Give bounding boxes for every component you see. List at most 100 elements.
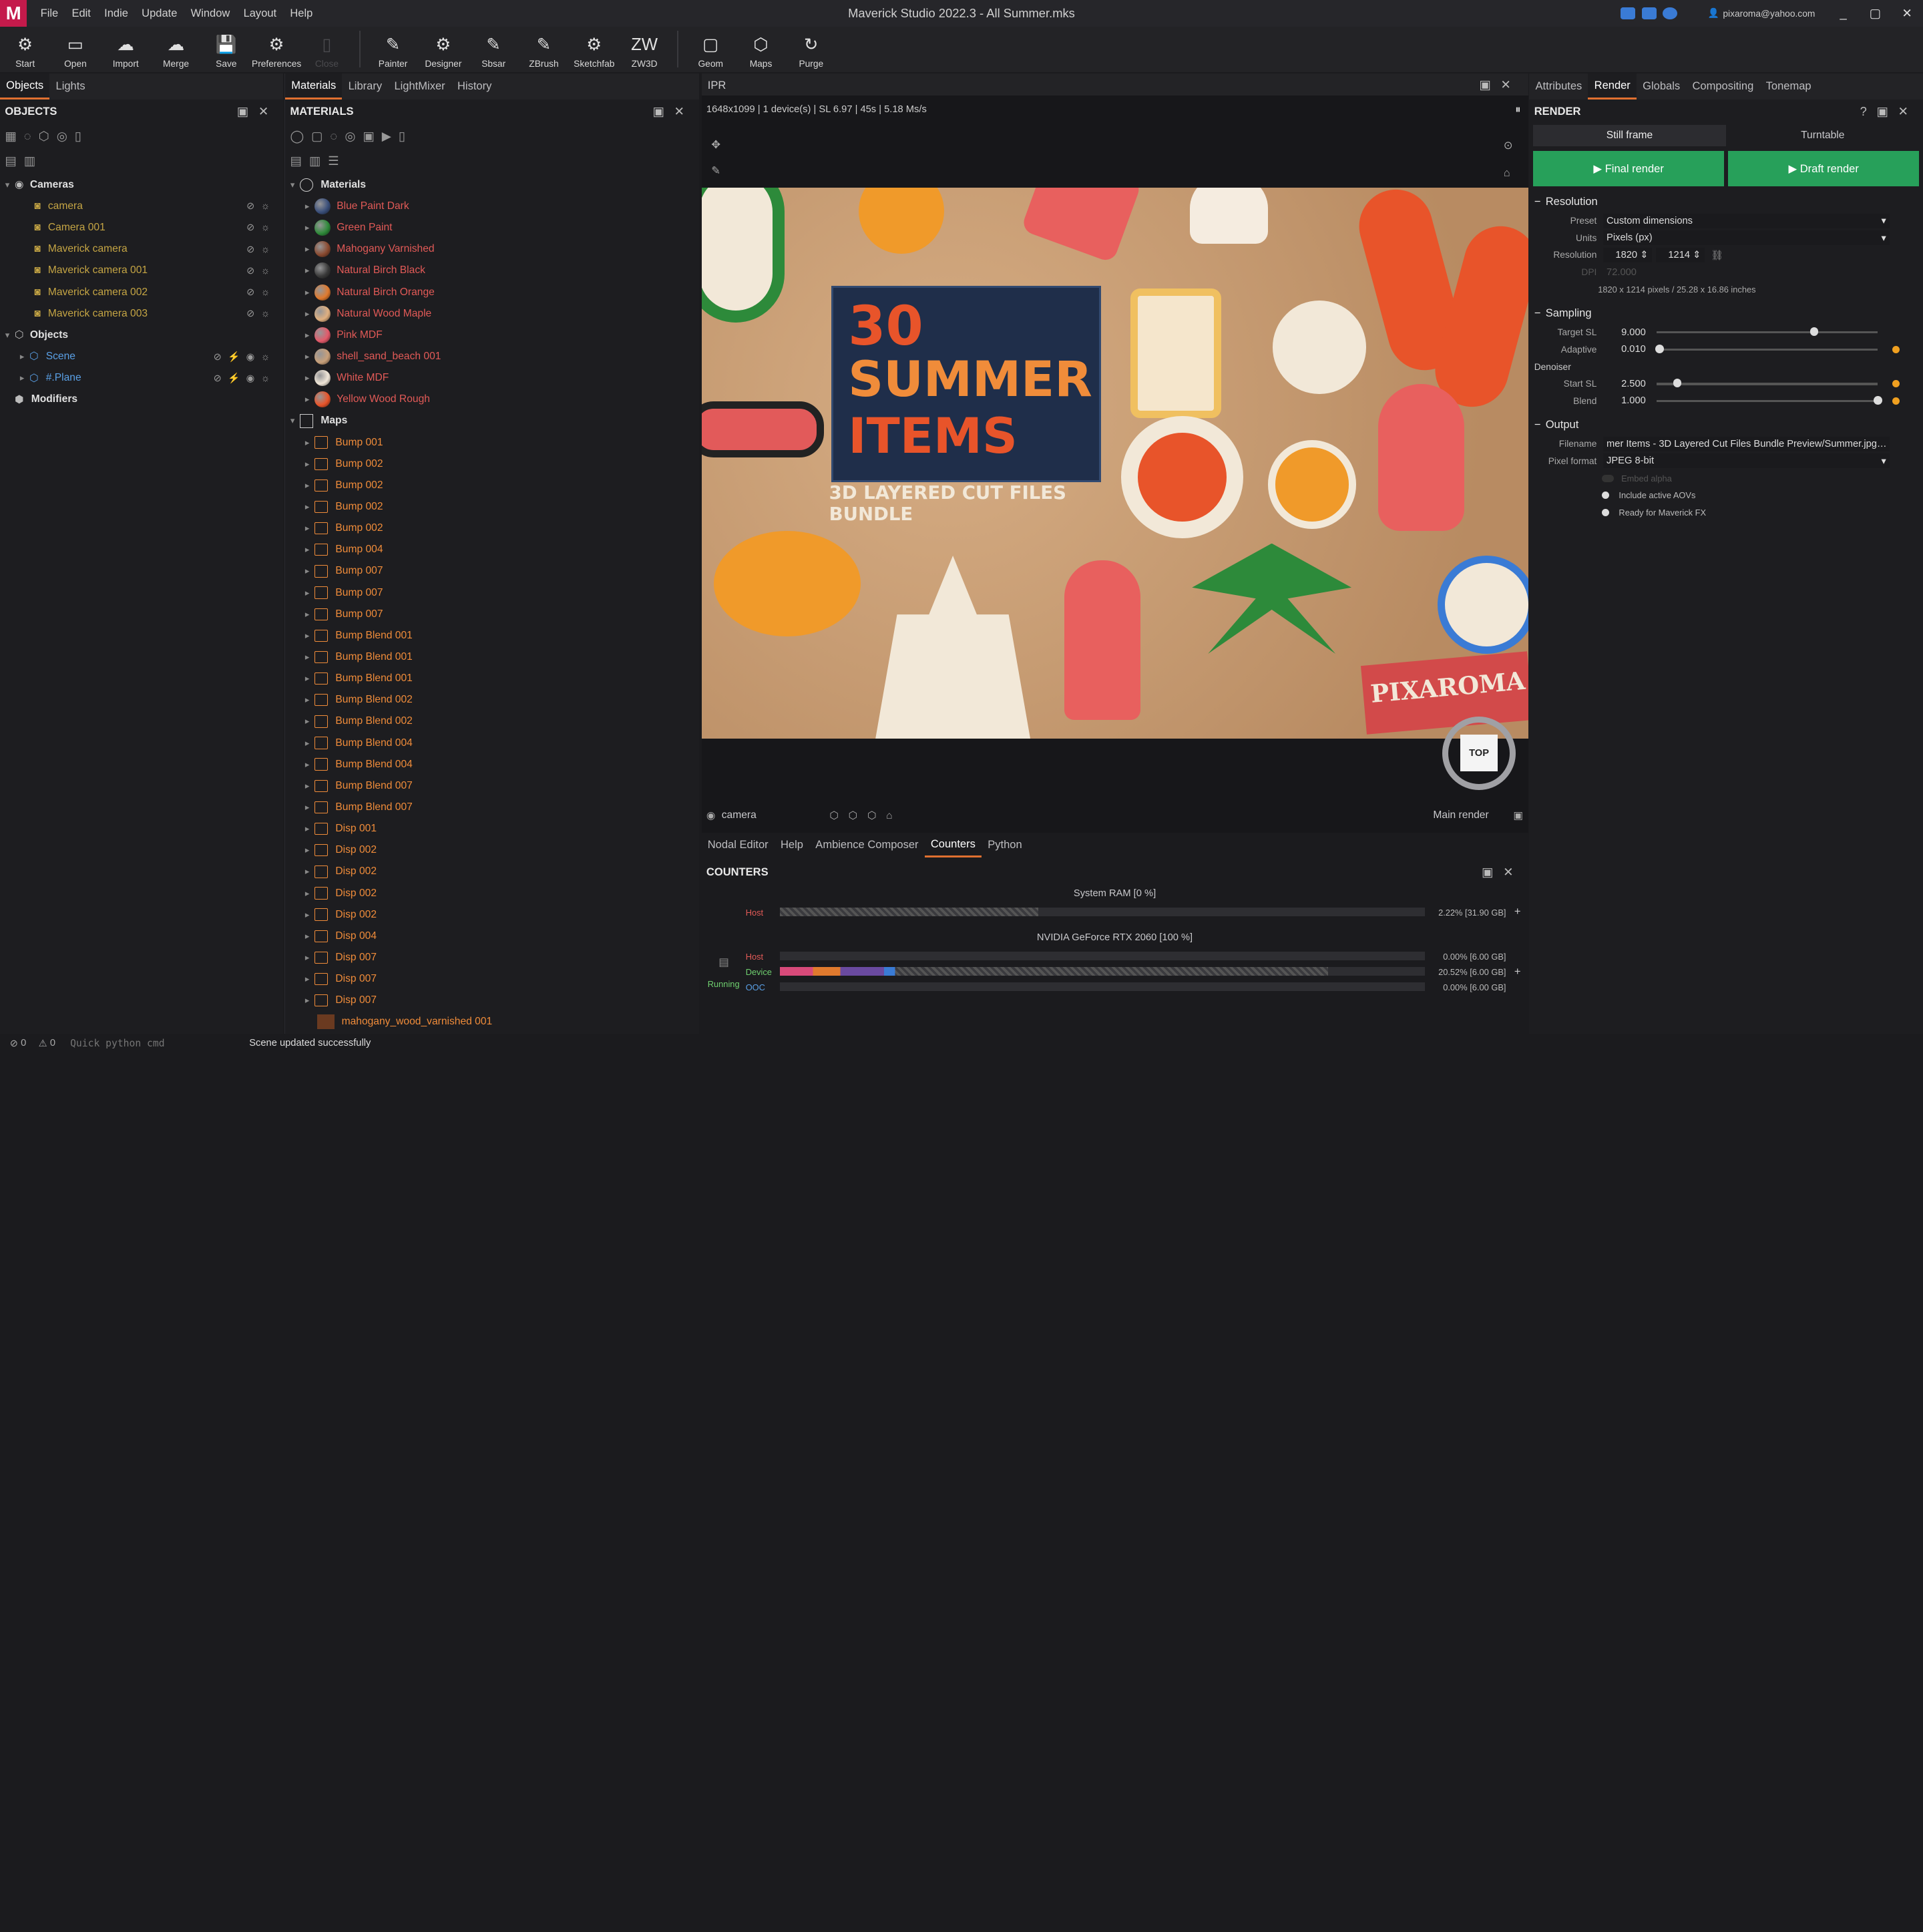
material-item[interactable]: ▸ White MDF [285,367,699,389]
material-item[interactable]: ▸ Pink MDF [285,325,699,346]
filename-input[interactable]: mer Items - 3D Layered Cut Files Bundle … [1602,436,1890,451]
expand-arrow-icon[interactable]: ▾ [0,180,15,190]
expand-arrow-icon[interactable]: ▸ [300,673,314,684]
resolution-section[interactable]: Resolution [1546,195,1598,208]
material-item[interactable]: ▸ Yellow Wood Rough [285,389,699,410]
visibility-icon[interactable]: ⊘☼ [246,200,276,212]
visibility-icon[interactable]: ⊘☼ [246,244,276,255]
menu-window[interactable]: Window [191,7,230,20]
slider-knob[interactable] [1809,327,1819,337]
material-item[interactable]: ▸ Natural Birch Orange [285,282,699,303]
expand-arrow-icon[interactable]: ▸ [300,523,314,534]
expand-arrow-icon[interactable]: ▸ [300,974,314,984]
map-item[interactable]: ▸ Disp 004 [285,926,699,947]
slider-knob[interactable] [1655,345,1664,353]
tab-help[interactable]: Help [775,833,809,857]
expand-arrow-icon[interactable]: ▸ [15,351,29,362]
map-item[interactable]: ▸ Bump Blend 001 [285,646,699,668]
blend-slider[interactable] [1657,396,1883,405]
maximize-button[interactable]: ▢ [1859,6,1891,21]
collapse-icon[interactable]: − [1534,418,1541,431]
preferences-button[interactable]: ⚙ Preferences [251,27,301,72]
map-item[interactable]: ▸ Bump Blend 004 [285,732,699,753]
expand-arrow-icon[interactable]: ▸ [300,265,314,276]
map-item[interactable]: ▸ Bump Blend 002 [285,689,699,711]
expand-arrow-icon[interactable]: ▸ [300,802,314,813]
visibility-icon[interactable]: ⊘☼ [246,222,276,233]
keyframe-dot[interactable] [1892,397,1900,405]
turntable-tab[interactable]: Turntable [1726,125,1919,146]
purge-button[interactable]: ↻ Purge [786,27,836,72]
camera-item[interactable]: ◙ Maverick camera 002 ⊘☼ [0,282,283,303]
zw3d-button[interactable]: ZW ZW3D [619,27,669,72]
map-item[interactable]: ▸ Disp 002 [285,861,699,882]
expand-arrow-icon[interactable]: ▸ [300,652,314,662]
slider-knob[interactable] [1673,379,1682,388]
tab-python[interactable]: Python [982,833,1028,857]
warning-icon[interactable]: ⚠ [39,1038,47,1049]
panel-controls[interactable]: ▣✕ [237,104,278,119]
map-item[interactable]: ▸ Bump 007 [285,582,699,603]
map-item[interactable]: ▸ Disp 007 [285,990,699,1011]
map-item[interactable]: ▸ Bump 002 [285,453,699,475]
fit-icon[interactable]: ▣ [1513,809,1523,822]
output-section[interactable]: Output [1546,418,1579,431]
navigation-cube[interactable]: TOP [1442,716,1516,790]
expand-arrow-icon[interactable]: ▸ [300,244,314,254]
expand-arrow-icon[interactable]: ▸ [300,952,314,963]
map-item[interactable]: ▸ Disp 002 [285,904,699,926]
visibility-icon[interactable]: ⊘☼ [246,286,276,298]
expand-arrow-icon[interactable]: ▸ [300,480,314,491]
expand-arrow-icon[interactable]: ▸ [300,544,314,555]
expand-arrow-icon[interactable]: ▸ [300,330,314,341]
geom-button[interactable]: ▢ Geom [686,27,736,72]
tab-lights[interactable]: Lights [49,73,91,100]
preset-select[interactable]: Custom dimensions ▾ [1602,213,1890,228]
maps-group[interactable]: ▾ Maps [285,410,699,431]
python-command-input[interactable] [70,1036,242,1051]
map-item[interactable]: ▸ Bump 001 [285,431,699,453]
cameras-group[interactable]: ▾ ◉ Cameras [0,174,283,196]
modifiers-group[interactable]: ⬢ Modifiers [0,389,283,410]
expand-arrow-icon[interactable]: ▸ [300,845,314,855]
expand-arrow-icon[interactable]: ▸ [300,630,314,641]
adaptive-value[interactable]: 0.010 [1603,342,1650,357]
pause-button[interactable]: ⏸ [1515,103,1520,116]
texture-item[interactable]: mahogany_wood_varnished 001 [285,1011,699,1032]
expand-arrow-icon[interactable]: ▸ [300,823,314,834]
error-icon[interactable]: ⊘ [10,1038,18,1049]
map-item[interactable]: ▸ Bump 007 [285,560,699,582]
gpu-expand[interactable]: + [1514,965,1521,978]
expand-arrow-icon[interactable]: ▾ [285,180,300,190]
visibility-icon[interactable]: ⊘☼ [246,308,276,319]
tab-materials[interactable]: Materials [285,73,343,100]
panel-controls[interactable]: ?▣✕ [1860,104,1918,119]
map-item[interactable]: ▸ Bump 002 [285,475,699,496]
camera-tools[interactable]: ⬡⬡⬡⌂ [829,809,902,822]
units-select[interactable]: Pixels (px) ▾ [1602,230,1890,246]
map-item[interactable]: ▸ Disp 007 [285,947,699,968]
link-icon[interactable]: ⛓ [1711,249,1723,261]
map-item[interactable]: ▸ Bump Blend 007 [285,797,699,818]
map-item[interactable]: ▸ Bump Blend 007 [285,775,699,797]
nav-cube-face[interactable]: TOP [1460,735,1498,772]
materials-group[interactable]: ▾ Materials [285,174,699,196]
tab-nodal-editor[interactable]: Nodal Editor [702,833,775,857]
camera-item[interactable]: ◙ camera ⊘☼ [0,196,283,217]
camera-item[interactable]: ◙ Maverick camera 003 ⊘☼ [0,303,283,325]
keyframe-dot[interactable] [1892,380,1900,388]
panel-controls[interactable]: ▣✕ [652,104,694,119]
expand-arrow-icon[interactable]: ▸ [300,459,314,469]
tab-ambience-composer[interactable]: Ambience Composer [809,833,925,857]
final-render-button[interactable]: ▶ Final render [1532,150,1725,187]
sampling-section[interactable]: Sampling [1546,307,1592,320]
expand-arrow-icon[interactable]: ▸ [300,738,314,749]
expand-arrow-icon[interactable]: ▸ [300,309,314,319]
map-item[interactable]: ▸ Bump 002 [285,518,699,539]
user-account[interactable]: pixaroma@yahoo.com [1723,9,1815,19]
expand-arrow-icon[interactable]: ▸ [300,222,314,233]
materials-tools[interactable]: ◯▢◌◎▣▶▯ [290,128,413,145]
map-item[interactable]: ▸ Bump 004 [285,539,699,560]
visibility-icon[interactable]: ⊘⚡◉☼ [214,372,276,384]
menu-indie[interactable]: Indie [104,7,128,20]
